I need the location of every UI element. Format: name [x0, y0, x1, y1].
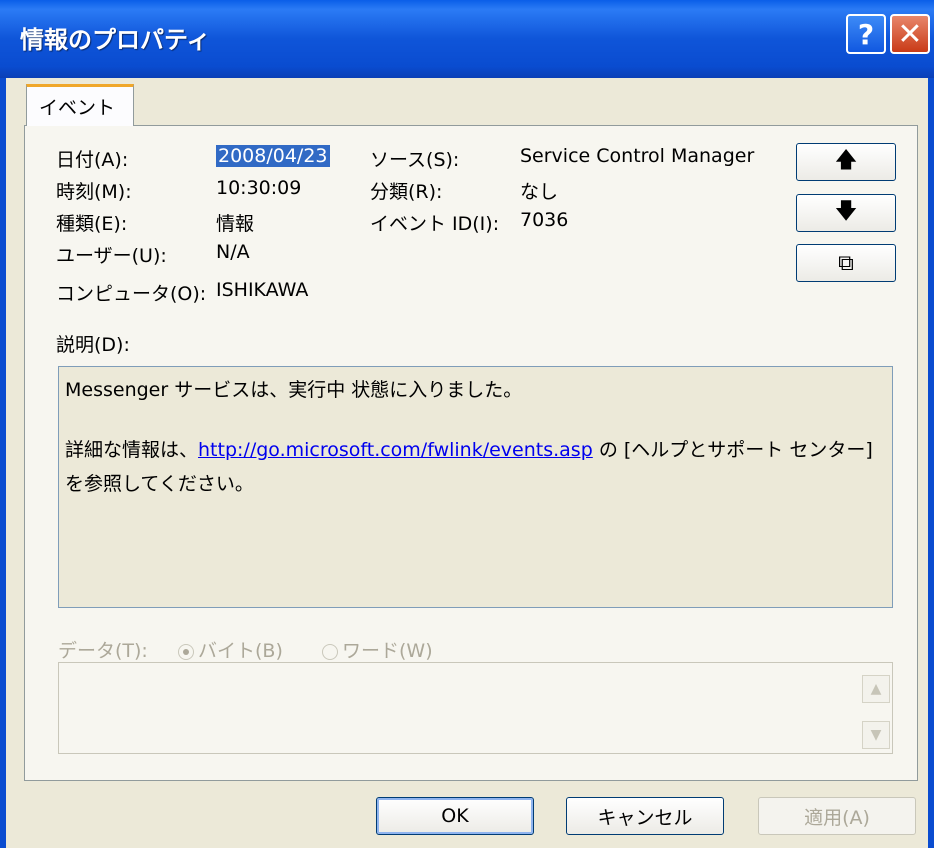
description-line2: 詳細な情報は、http://go.microsoft.com/fwlink/ev…: [65, 433, 886, 501]
computer-label: コンピュータ(O):: [56, 283, 207, 305]
copy-button[interactable]: ⧉: [796, 244, 896, 282]
time-label: 時刻(M):: [56, 181, 132, 203]
event-id-value[interactable]: 7036: [520, 209, 568, 231]
previous-event-button[interactable]: 🡅: [796, 143, 896, 181]
radio-bytes-label: バイト(B): [198, 640, 283, 662]
title-bar[interactable]: 情報のプロパティ ? ✕: [0, 0, 934, 78]
data-textbox[interactable]: ▲ ▼: [58, 662, 893, 754]
help-link[interactable]: http://go.microsoft.com/fwlink/events.as…: [198, 439, 593, 461]
user-value[interactable]: N/A: [216, 241, 250, 263]
description-textbox[interactable]: Messenger サービスは、実行中 状態に入りました。 詳細な情報は、htt…: [58, 366, 893, 608]
down-arrow-icon: 🡇: [834, 199, 858, 224]
type-label: 種類(E):: [56, 213, 128, 235]
computer-value[interactable]: ISHIKAWA: [216, 279, 308, 301]
window-frame-left: [0, 78, 6, 848]
date-value[interactable]: 2008/04/23: [216, 145, 330, 167]
user-label: ユーザー(U):: [56, 245, 167, 267]
help-icon: ?: [857, 17, 875, 51]
apply-button[interactable]: 適用(A): [758, 797, 916, 835]
source-label: ソース(S):: [370, 149, 460, 171]
window-frame-right: [928, 78, 934, 848]
scroll-down-button[interactable]: ▼: [862, 721, 890, 749]
category-label: 分類(R):: [370, 181, 443, 203]
type-value[interactable]: 情報: [216, 209, 254, 236]
data-label: データ(T):: [58, 640, 148, 662]
description-label: 説明(D):: [56, 334, 130, 356]
radio-bytes-icon: [178, 643, 194, 660]
scroll-up-button[interactable]: ▲: [862, 675, 890, 703]
next-event-button[interactable]: 🡇: [796, 194, 896, 232]
window-title: 情報のプロパティ: [20, 26, 211, 54]
category-value[interactable]: なし: [520, 177, 558, 204]
event-id-label: イベント ID(I):: [370, 213, 500, 235]
ok-button[interactable]: OK: [376, 797, 534, 835]
description-line2-prefix: 詳細な情報は、: [65, 439, 199, 461]
close-icon: ✕: [897, 16, 923, 52]
date-label: 日付(A):: [56, 149, 129, 171]
event-properties-dialog: 情報のプロパティ ? ✕ イベント 日付(A): 2008/04/23 時刻(M…: [0, 0, 934, 848]
radio-words-label: ワード(W): [342, 640, 433, 662]
up-arrow-icon: 🡅: [834, 148, 858, 173]
close-button[interactable]: ✕: [890, 14, 930, 54]
description-line1: Messenger サービスは、実行中 状態に入りました。: [65, 379, 523, 401]
tab-event[interactable]: イベント: [26, 84, 134, 126]
radio-words[interactable]: ワード(W): [322, 636, 433, 663]
source-value[interactable]: Service Control Manager: [520, 145, 754, 167]
time-value[interactable]: 10:30:09: [216, 177, 301, 199]
radio-bytes[interactable]: バイト(B): [178, 636, 283, 663]
tab-event-label: イベント: [39, 97, 116, 119]
help-button[interactable]: ?: [846, 14, 886, 54]
cancel-button[interactable]: キャンセル: [566, 797, 724, 835]
copy-icon: ⧉: [838, 250, 854, 276]
radio-words-icon: [322, 643, 338, 660]
